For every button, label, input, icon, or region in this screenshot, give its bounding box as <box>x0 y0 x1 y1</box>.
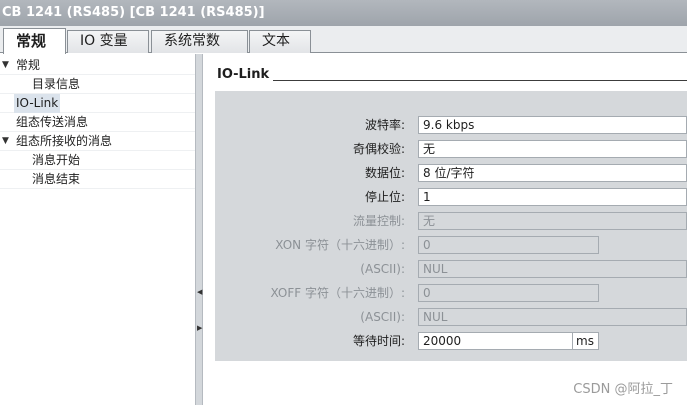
properties-pane: IO-Link 波特率: 9.6 kbps 奇偶校验: 无 数据位: 8 位/字… <box>203 54 687 405</box>
tree-item-label: 组态传送消息 <box>16 115 89 129</box>
xoff-hex-label: XOFF 字符（十六进制）: <box>270 286 405 300</box>
tab-texts[interactable]: 文本 <box>249 30 311 53</box>
data-bits-dropdown[interactable]: 8 位/字符 <box>418 164 687 182</box>
wait-time-label: 等待时间: <box>352 334 405 348</box>
tree-item-receive-message[interactable]: ▼ 组态所接收的消息 <box>0 132 195 151</box>
wait-time-unit: ms <box>572 332 599 350</box>
xon-hex-input: 0 <box>418 236 599 254</box>
window-title: CB 1241 (RS485) [CB 1241 (RS485)] <box>0 0 687 26</box>
wait-time-input[interactable]: 20000 <box>418 332 573 350</box>
tree-item-label: 消息结束 <box>32 172 81 186</box>
xoff-ascii-label: (ASCII): <box>360 310 405 324</box>
tree-item-message-start[interactable]: 消息开始 <box>0 151 195 170</box>
stop-bits-label: 停止位: <box>364 190 405 204</box>
tree-item-label: 常规 <box>16 58 41 72</box>
parity-label: 奇偶校验: <box>352 142 405 156</box>
xon-ascii-input: NUL <box>418 260 687 278</box>
expand-right-arrow-icon[interactable]: ▶ <box>197 322 202 334</box>
section-divider <box>273 80 687 81</box>
tree-item-label: 消息开始 <box>32 153 81 167</box>
data-bits-label: 数据位: <box>364 166 405 180</box>
expand-triangle-icon[interactable]: ▼ <box>2 56 9 75</box>
tree-item-transmit-message[interactable]: 组态传送消息 <box>0 113 195 132</box>
baud-rate-label: 波特率: <box>364 118 405 132</box>
expand-triangle-icon[interactable]: ▼ <box>2 132 9 151</box>
tab-general[interactable]: 常规 <box>3 28 66 54</box>
tree-item-catalog-info[interactable]: 目录信息 <box>0 75 195 94</box>
tab-system-constants[interactable]: 系统常数 <box>151 30 248 53</box>
collapse-left-arrow-icon[interactable]: ◀ <box>197 286 202 298</box>
tree-item-message-end[interactable]: 消息结束 <box>0 170 195 189</box>
tree-item-label: IO-Link <box>14 94 61 113</box>
tree-item-general[interactable]: ▼ 常规 <box>0 56 195 75</box>
xoff-ascii-input: NUL <box>418 308 687 326</box>
tab-io-tags[interactable]: IO 变量 <box>67 30 149 53</box>
flow-control-label: 流量控制: <box>352 214 405 228</box>
tree-item-label: 目录信息 <box>32 77 81 91</box>
section-title: IO-Link <box>217 67 270 82</box>
xoff-hex-input: 0 <box>418 284 599 302</box>
parity-dropdown[interactable]: 无 <box>418 140 687 158</box>
pane-splitter[interactable]: ◀ ▶ <box>195 54 203 405</box>
navigation-tree: ▼ 常规 目录信息 IO-Link 组态传送消息 ▼ 组态所接收的消息 消息开始… <box>0 54 195 405</box>
xon-hex-label: XON 字符（十六进制）: <box>275 238 405 252</box>
settings-panel: 波特率: 9.6 kbps 奇偶校验: 无 数据位: 8 位/字符 停止位: 1… <box>215 91 687 361</box>
tree-item-label: 组态所接收的消息 <box>16 134 113 148</box>
stop-bits-dropdown[interactable]: 1 <box>418 188 687 206</box>
xon-ascii-label: (ASCII): <box>360 262 405 276</box>
tree-item-io-link[interactable]: IO-Link <box>0 94 195 113</box>
tab-bar: 常规 IO 变量 系统常数 文本 <box>0 26 687 54</box>
flow-control-dropdown: 无 <box>418 212 687 230</box>
baud-rate-dropdown[interactable]: 9.6 kbps <box>418 116 687 134</box>
watermark: CSDN @阿拉_丁 <box>573 382 673 397</box>
